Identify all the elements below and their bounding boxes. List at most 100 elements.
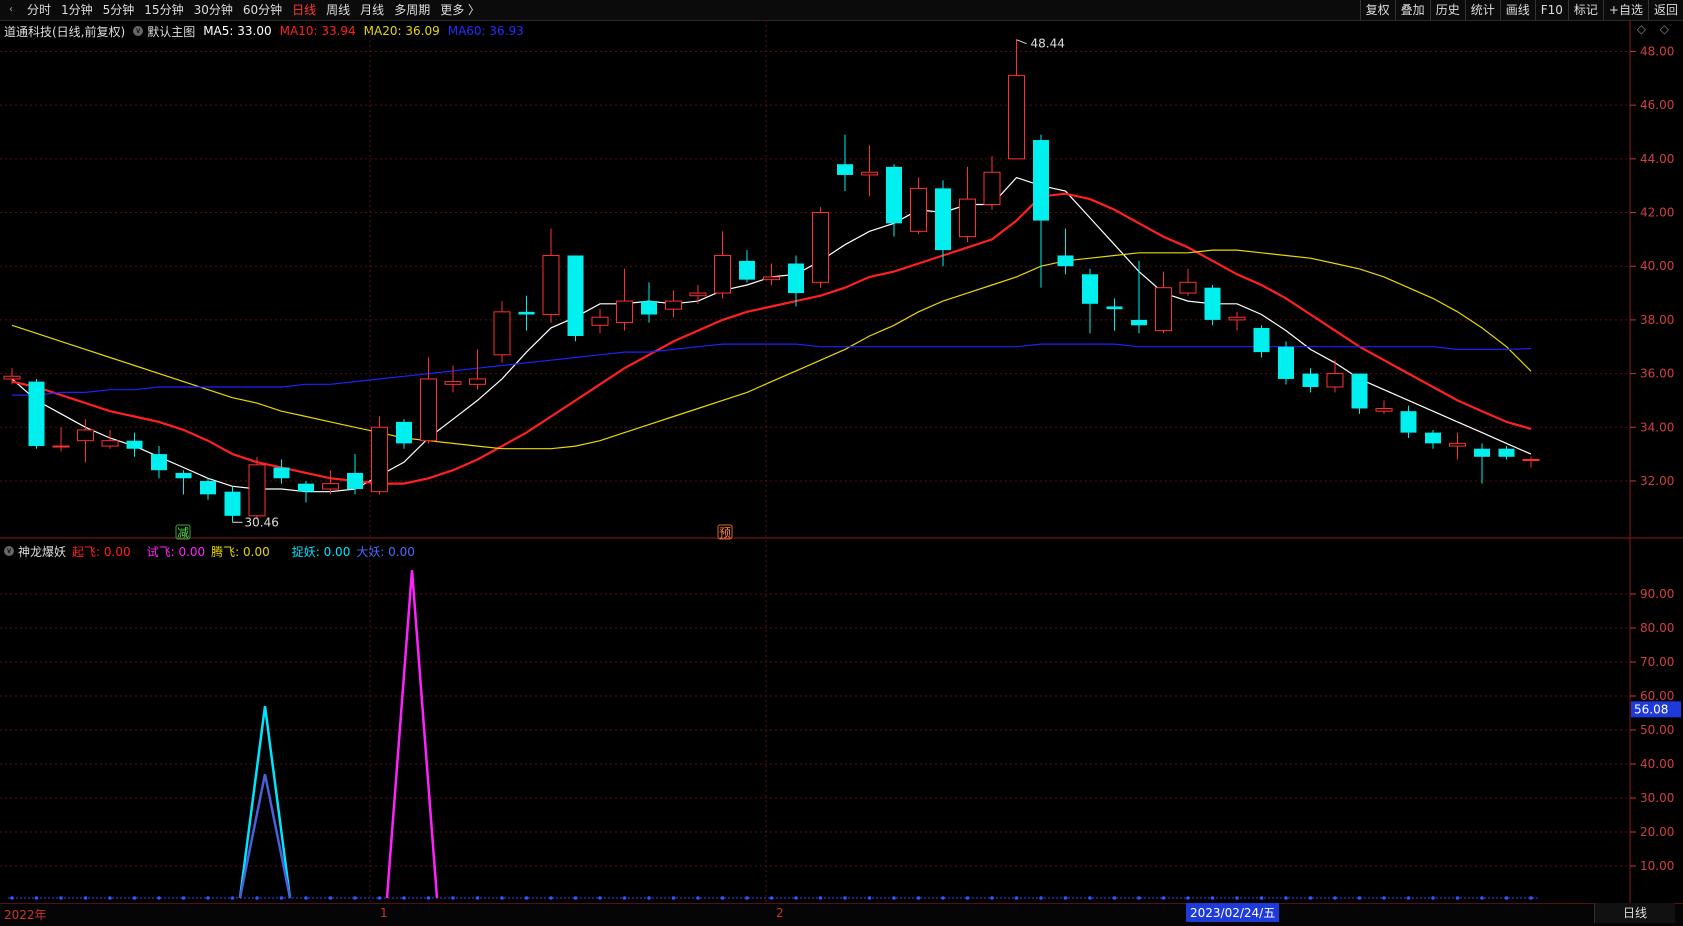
candle-body-down [1082,274,1098,304]
baseline-dot [83,896,88,900]
candle-body-up [665,300,682,310]
baseline-dot [353,896,357,900]
baseline-dot [696,896,700,900]
signal-spike [238,706,292,899]
baseline-dot [59,896,63,900]
candle-body-up [3,375,21,380]
candle-body-up [1326,373,1344,388]
period-button[interactable]: 日线 [1594,903,1675,923]
baseline-dot [279,896,284,900]
candle-body-up [591,316,609,326]
price-tick-label: 42.00 [1640,206,1674,220]
tool-button-2[interactable]: 历史 [1429,0,1465,20]
candle-body-down [1033,140,1049,221]
baseline-dot [794,896,798,900]
baseline-dot [1063,896,1068,900]
baseline-dot [402,896,406,900]
period-toolbar: ‹ 分时 1分钟 5分钟 15分钟 30分钟 60分钟 日线 周线 月线 多周期 更多 〉 复权 叠加… [0,0,1683,21]
sub-indicator-plot [8,570,1540,900]
period-tab-1[interactable]: 1分钟 [56,0,98,20]
candle-body-down [641,301,657,315]
tool-button-1[interactable]: 叠加 [1394,0,1430,20]
candle-body-down [175,472,192,479]
candle-body-up [1179,281,1197,294]
baseline-dot [34,896,39,900]
candle-body-up [469,378,486,385]
candle-body-up [1008,75,1025,160]
baseline-dot [1529,896,1533,900]
candle-body-up [1522,458,1540,461]
baseline-dot [377,896,382,900]
kline-chart[interactable]: 48.00 46.00 44.00 42.00 40.00 38.00 36.00 34.00… [0,20,1683,903]
sub-tick-label: 60.00 [1640,689,1674,703]
candle-body-up [77,429,94,442]
tool-button-8[interactable]: 返回 [1647,0,1683,20]
candle-body-down [396,421,412,444]
sub-tick-label: 20.00 [1640,825,1674,839]
value-marker-label: 56.08 [1634,702,1668,716]
tool-button-0[interactable]: 复权 [1359,0,1395,20]
baseline-dot [720,896,725,900]
price-tick-label: 38.00 [1640,313,1674,327]
period-tab-5[interactable]: 60分钟 [238,0,287,20]
ma-line-MA60 [12,343,1532,396]
period-tab-10[interactable]: 更多 〉 [435,0,485,20]
baseline-dot [132,896,137,900]
candle-body-up [812,212,829,283]
period-tab-6[interactable]: 日线 [287,0,321,20]
baseline-dot [1480,896,1484,900]
baseline-dot [1406,896,1411,900]
period-tab-2[interactable]: 5分钟 [98,0,140,20]
period-tab-8[interactable]: 月线 [355,0,389,20]
axis-month-1: 1 [380,906,388,920]
tool-buttons: 复权 叠加 历史 统计 画线 F10 标记 +自选 返回 [1359,0,1683,20]
cursor-date: 2023/02/24/五 [1186,903,1280,922]
sub-tick-label: 30.00 [1640,791,1674,805]
period-tab-4[interactable]: 30分钟 [189,0,238,20]
candle-body-up [689,292,707,297]
tool-button-4[interactable]: 画线 [1499,0,1535,20]
candle-body-down [886,166,902,224]
baseline-dot [916,896,921,900]
baseline-dot [181,896,186,900]
baseline-dot [230,896,235,900]
baseline-dot [622,896,627,900]
baseline-dot [1308,896,1313,900]
candle-body-up [616,300,633,324]
period-tab-9[interactable]: 多周期 [389,0,435,20]
tool-button-7[interactable]: +自选 [1602,0,1648,20]
baseline-dot [451,896,455,900]
candle-body-up [371,426,388,493]
axis-month-2: 2 [776,906,784,920]
baseline-dot [304,896,308,900]
tool-button-3[interactable]: 统计 [1464,0,1500,20]
signal-badge-label: 减 [177,526,189,540]
baseline-dot [328,896,333,900]
baseline-dot [157,896,161,900]
candle-body-down [1106,306,1123,310]
candle-body-up [248,464,266,517]
signal-spike [385,570,439,899]
candle-body-up [420,378,437,442]
baseline-dot [867,896,872,900]
candle-body-down [1425,432,1441,444]
tool-button-5[interactable]: F10 [1534,0,1568,20]
baseline-dot [818,896,823,900]
period-tab-3[interactable]: 15分钟 [139,0,188,20]
candle-body-down [273,467,290,479]
candle-body-down [788,263,804,294]
period-tab-7[interactable]: 周线 [321,0,355,20]
period-tab-0[interactable]: 分时 [22,0,56,20]
candle-body-down [837,164,853,175]
tool-button-6[interactable]: 标记 [1567,0,1603,20]
price-tick-label: 40.00 [1640,259,1674,273]
baseline-dot [1431,896,1435,900]
axis-start-label: 2022年 [4,908,47,922]
candle-body-down [1400,411,1417,433]
collapse-icon[interactable]: ‹ [4,3,18,17]
baseline-dot [573,896,578,900]
high-label: 48.44 [1031,37,1065,51]
candle-body-up [1155,287,1172,332]
candle-body-down [347,472,363,489]
baseline-dot [745,896,749,900]
